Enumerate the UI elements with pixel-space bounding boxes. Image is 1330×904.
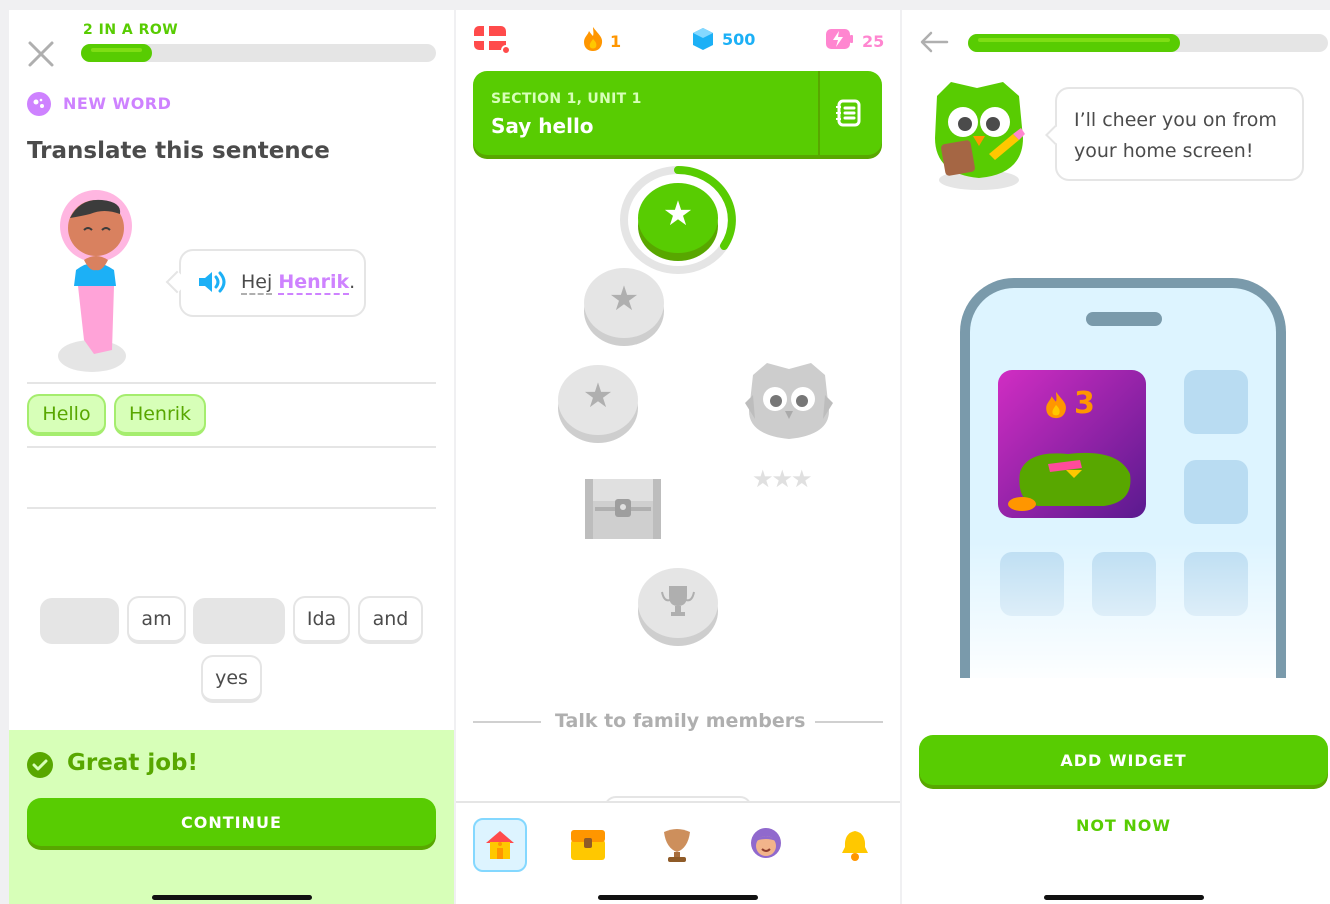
energy-count: 25 [862, 32, 885, 51]
widget-sleeping-owl [1008, 442, 1138, 514]
widget-promo-screen: I’ll cheer you on from your home screen!… [902, 10, 1330, 904]
star-icon: ★ [582, 376, 614, 416]
unit-title: Say hello [491, 114, 594, 138]
sentence-punct: . [349, 271, 356, 293]
lesson-screen: 2 IN A ROW NEW WORD Translate this sente… [9, 10, 454, 904]
quests-chest-tab-icon[interactable] [561, 818, 615, 872]
close-icon[interactable] [27, 40, 55, 68]
word-bank-chip[interactable]: and [358, 596, 423, 644]
widget-streak-count: 3 [1074, 386, 1095, 421]
speech-line-2: your home screen! [1074, 140, 1254, 162]
banner-divider [818, 71, 820, 155]
answer-line-bottom [27, 507, 436, 509]
home-indicator [152, 895, 312, 900]
gem-icon[interactable] [692, 27, 714, 51]
widget-flame-icon [1044, 390, 1068, 420]
guidebook-icon[interactable] [835, 99, 863, 127]
owl-stars-rating: ★★★ [752, 465, 813, 493]
streak-label: 2 IN A ROW [83, 22, 179, 38]
not-now-button[interactable]: NOT NOW [919, 816, 1328, 835]
locked-lesson-node[interactable]: ★ [584, 268, 664, 338]
locked-owl-mascot [743, 355, 835, 445]
app-icon-placeholder [1184, 460, 1248, 524]
speaker-icon[interactable] [197, 269, 227, 295]
phone-illustration: 3 [960, 278, 1286, 678]
unit-banner[interactable]: SECTION 1, UNIT 1 Say hello [473, 71, 882, 155]
prompt-title: Translate this sentence [27, 138, 330, 164]
locked-chest-icon[interactable] [581, 473, 665, 543]
path-screen: 1 500 25 SECTION 1, UNIT 1 Say hello ★ ★… [456, 10, 900, 904]
back-arrow-icon[interactable] [919, 30, 949, 54]
word-bank-chip[interactable]: yes [201, 655, 262, 703]
word-bank-chip[interactable]: Ida [293, 596, 350, 644]
home-indicator [598, 895, 758, 900]
home-tab-icon[interactable] [473, 818, 527, 872]
continue-button[interactable]: CONTINUE [27, 798, 436, 846]
lesson-progress-fill [81, 44, 152, 62]
phone-fade [970, 538, 1276, 678]
notifications-tab-icon[interactable] [828, 818, 882, 872]
sentence-word-henrik[interactable]: Henrik [278, 271, 350, 295]
trophy-icon [660, 582, 696, 618]
streak-widget-preview: 3 [998, 370, 1146, 518]
answer-line-top [27, 382, 436, 384]
new-word-icon [27, 92, 51, 116]
active-lesson-node[interactable]: ★ [638, 183, 718, 253]
sentence-word-hej[interactable]: Hej [241, 271, 273, 295]
app-icon-placeholder [1184, 370, 1248, 434]
unit-subtitle: SECTION 1, UNIT 1 [491, 91, 642, 107]
character-illustration [54, 190, 144, 380]
widget-progress-fill [968, 34, 1181, 52]
duo-owl-mascot [929, 76, 1027, 192]
feedback-panel: Great job! CONTINUE [9, 730, 454, 904]
divider-line-right [815, 721, 883, 723]
word-bank-placeholder [193, 598, 285, 644]
locked-lesson-node[interactable]: ★ [558, 365, 638, 435]
widget-progress-bar [968, 34, 1328, 52]
lesson-progress-bar [81, 44, 436, 62]
danish-flag-icon[interactable] [474, 24, 511, 55]
unit-review-trophy-node[interactable] [638, 568, 718, 638]
new-word-badge: NEW WORD [63, 94, 172, 113]
sentence-text: Hej Henrik. [241, 271, 356, 295]
answer-line-middle [27, 446, 436, 448]
leagues-tab-icon[interactable] [650, 818, 704, 872]
energy-icon[interactable] [826, 28, 854, 50]
section-divider-label: Talk to family members [555, 710, 806, 732]
star-icon: ★ [608, 279, 640, 319]
answer-chip[interactable]: Henrik [114, 394, 206, 436]
word-bank-placeholder [40, 598, 119, 644]
home-indicator [1044, 895, 1204, 900]
speech-line-1: I’ll cheer you on from [1074, 109, 1277, 131]
feedback-title: Great job! [67, 750, 198, 776]
sentence-bubble: Hej Henrik. [179, 249, 366, 317]
mascot-speech-bubble: I’ll cheer you on from your home screen! [1055, 87, 1304, 181]
check-icon [27, 752, 53, 778]
divider-line-left [473, 721, 541, 723]
add-widget-button[interactable]: ADD WIDGET [919, 735, 1328, 785]
streak-count: 1 [610, 32, 622, 51]
streak-flame-icon[interactable] [582, 26, 604, 52]
phone-notch [1086, 312, 1162, 326]
profile-tab-icon[interactable] [739, 818, 793, 872]
word-bank-chip[interactable]: am [127, 596, 186, 644]
gems-count: 500 [722, 30, 756, 49]
star-icon: ★ [662, 194, 694, 234]
answer-chip[interactable]: Hello [27, 394, 106, 436]
